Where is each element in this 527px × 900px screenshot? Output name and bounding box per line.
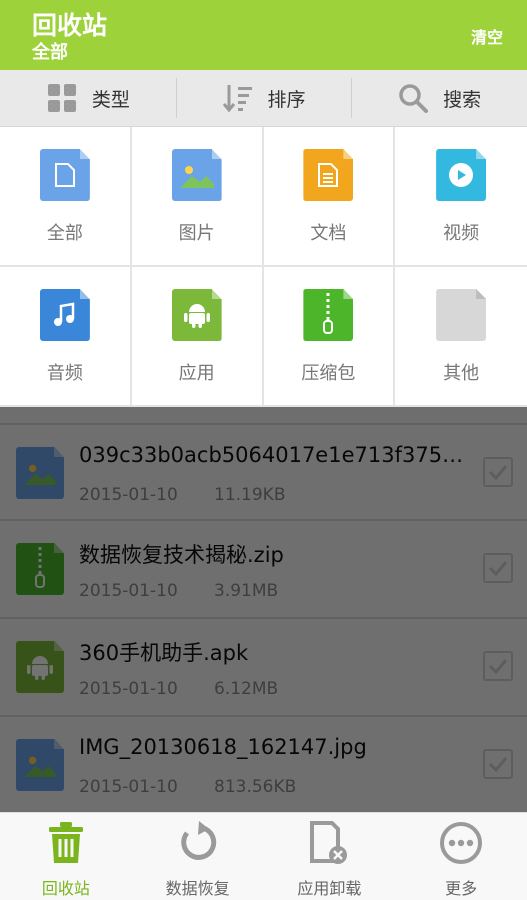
nav-recycle-bin[interactable]: 回收站 <box>0 813 132 900</box>
image-file-icon <box>171 149 222 201</box>
category-other[interactable]: 其他 <box>395 267 527 407</box>
category-label: 文档 <box>310 223 347 244</box>
file-name: 360手机助手.apk <box>79 641 249 665</box>
search-icon <box>397 82 429 114</box>
category-documents[interactable]: 文档 <box>263 127 396 267</box>
type-button[interactable]: 类型 <box>0 70 176 126</box>
page-title: 回收站 <box>32 11 108 40</box>
nav-label: 应用卸载 <box>297 879 362 898</box>
uninstall-icon <box>308 821 350 869</box>
category-label: 其他 <box>443 363 480 384</box>
image-file-icon <box>16 447 64 499</box>
list-item[interactable]: 360手机助手.apk 2015-01-10 6.12MB <box>0 619 527 717</box>
category-audio[interactable]: 音频 <box>0 267 132 407</box>
select-checkbox[interactable] <box>483 457 513 487</box>
file-name: IMG_20130618_162147.jpg <box>79 735 367 759</box>
zip-file-icon <box>303 289 354 341</box>
category-all[interactable]: 全部 <box>0 127 132 267</box>
bottom-nav: 回收站 数据恢复 应用卸载 更多 <box>0 812 527 900</box>
nav-label: 更多 <box>445 879 478 898</box>
sort-label: 排序 <box>267 88 306 111</box>
file-date: 2015-01-10 <box>79 679 178 699</box>
file-size: 11.19KB <box>214 485 286 505</box>
file-date: 2015-01-10 <box>79 777 178 797</box>
search-button[interactable]: 搜索 <box>351 70 527 126</box>
file-list: 039c33b0acb5064017e1e713f375e... 2015-01… <box>0 407 527 812</box>
android-file-icon <box>171 289 222 341</box>
app-header: 回收站 全部 清空 <box>0 0 527 70</box>
list-item[interactable]: IMG_20130618_162147.jpg 2015-01-10 813.5… <box>0 717 527 812</box>
android-file-icon <box>16 641 64 693</box>
search-label: 搜索 <box>443 88 482 111</box>
category-videos[interactable]: 视频 <box>395 127 527 267</box>
nav-data-recovery[interactable]: 数据恢复 <box>132 813 264 900</box>
select-checkbox[interactable] <box>483 651 513 681</box>
image-file-icon <box>16 739 64 791</box>
nav-more[interactable]: 更多 <box>395 813 527 900</box>
file-date: 2015-01-10 <box>79 485 178 505</box>
category-label: 全部 <box>46 223 83 244</box>
restore-icon <box>177 821 219 869</box>
type-label: 类型 <box>91 88 130 111</box>
document-file-icon <box>303 149 354 201</box>
other-file-icon <box>436 289 487 341</box>
nav-app-uninstall[interactable]: 应用卸载 <box>264 813 396 900</box>
trash-icon <box>46 821 86 869</box>
file-size: 3.91MB <box>214 581 279 601</box>
select-checkbox[interactable] <box>483 749 513 779</box>
file-name: 数据恢复技术揭秘.zip <box>79 543 284 567</box>
all-file-icon <box>39 149 90 201</box>
category-label: 视频 <box>443 223 480 244</box>
list-item[interactable]: 039c33b0acb5064017e1e713f375e... 2015-01… <box>0 423 527 521</box>
nav-label: 数据恢复 <box>165 879 230 898</box>
select-checkbox[interactable] <box>483 553 513 583</box>
category-label: 压缩包 <box>301 363 356 384</box>
filter-toolbar: 类型 排序 搜索 <box>0 70 527 127</box>
category-label: 图片 <box>178 223 215 244</box>
category-grid: 全部 图片 文档 视频 音频 应用 压缩包 其他 <box>0 127 527 407</box>
audio-file-icon <box>39 289 90 341</box>
list-item[interactable]: 数据恢复技术揭秘.zip 2015-01-10 3.91MB <box>0 521 527 619</box>
file-size: 6.12MB <box>214 679 279 699</box>
video-file-icon <box>436 149 487 201</box>
category-archives[interactable]: 压缩包 <box>263 267 396 407</box>
file-date: 2015-01-10 <box>79 581 178 601</box>
sort-button[interactable]: 排序 <box>175 70 352 126</box>
sort-icon <box>222 82 254 114</box>
category-images[interactable]: 图片 <box>131 127 264 267</box>
category-label: 应用 <box>178 363 215 384</box>
file-name: 039c33b0acb5064017e1e713f375e... <box>79 443 469 467</box>
grid-icon <box>46 82 78 114</box>
category-label: 音频 <box>46 363 83 384</box>
clear-button[interactable]: 清空 <box>471 24 503 48</box>
more-icon <box>439 821 483 869</box>
category-apps[interactable]: 应用 <box>131 267 264 407</box>
file-size: 813.56KB <box>214 777 297 797</box>
zip-file-icon <box>16 543 64 595</box>
nav-label: 回收站 <box>41 879 90 898</box>
page-subtitle: 全部 <box>32 42 68 63</box>
